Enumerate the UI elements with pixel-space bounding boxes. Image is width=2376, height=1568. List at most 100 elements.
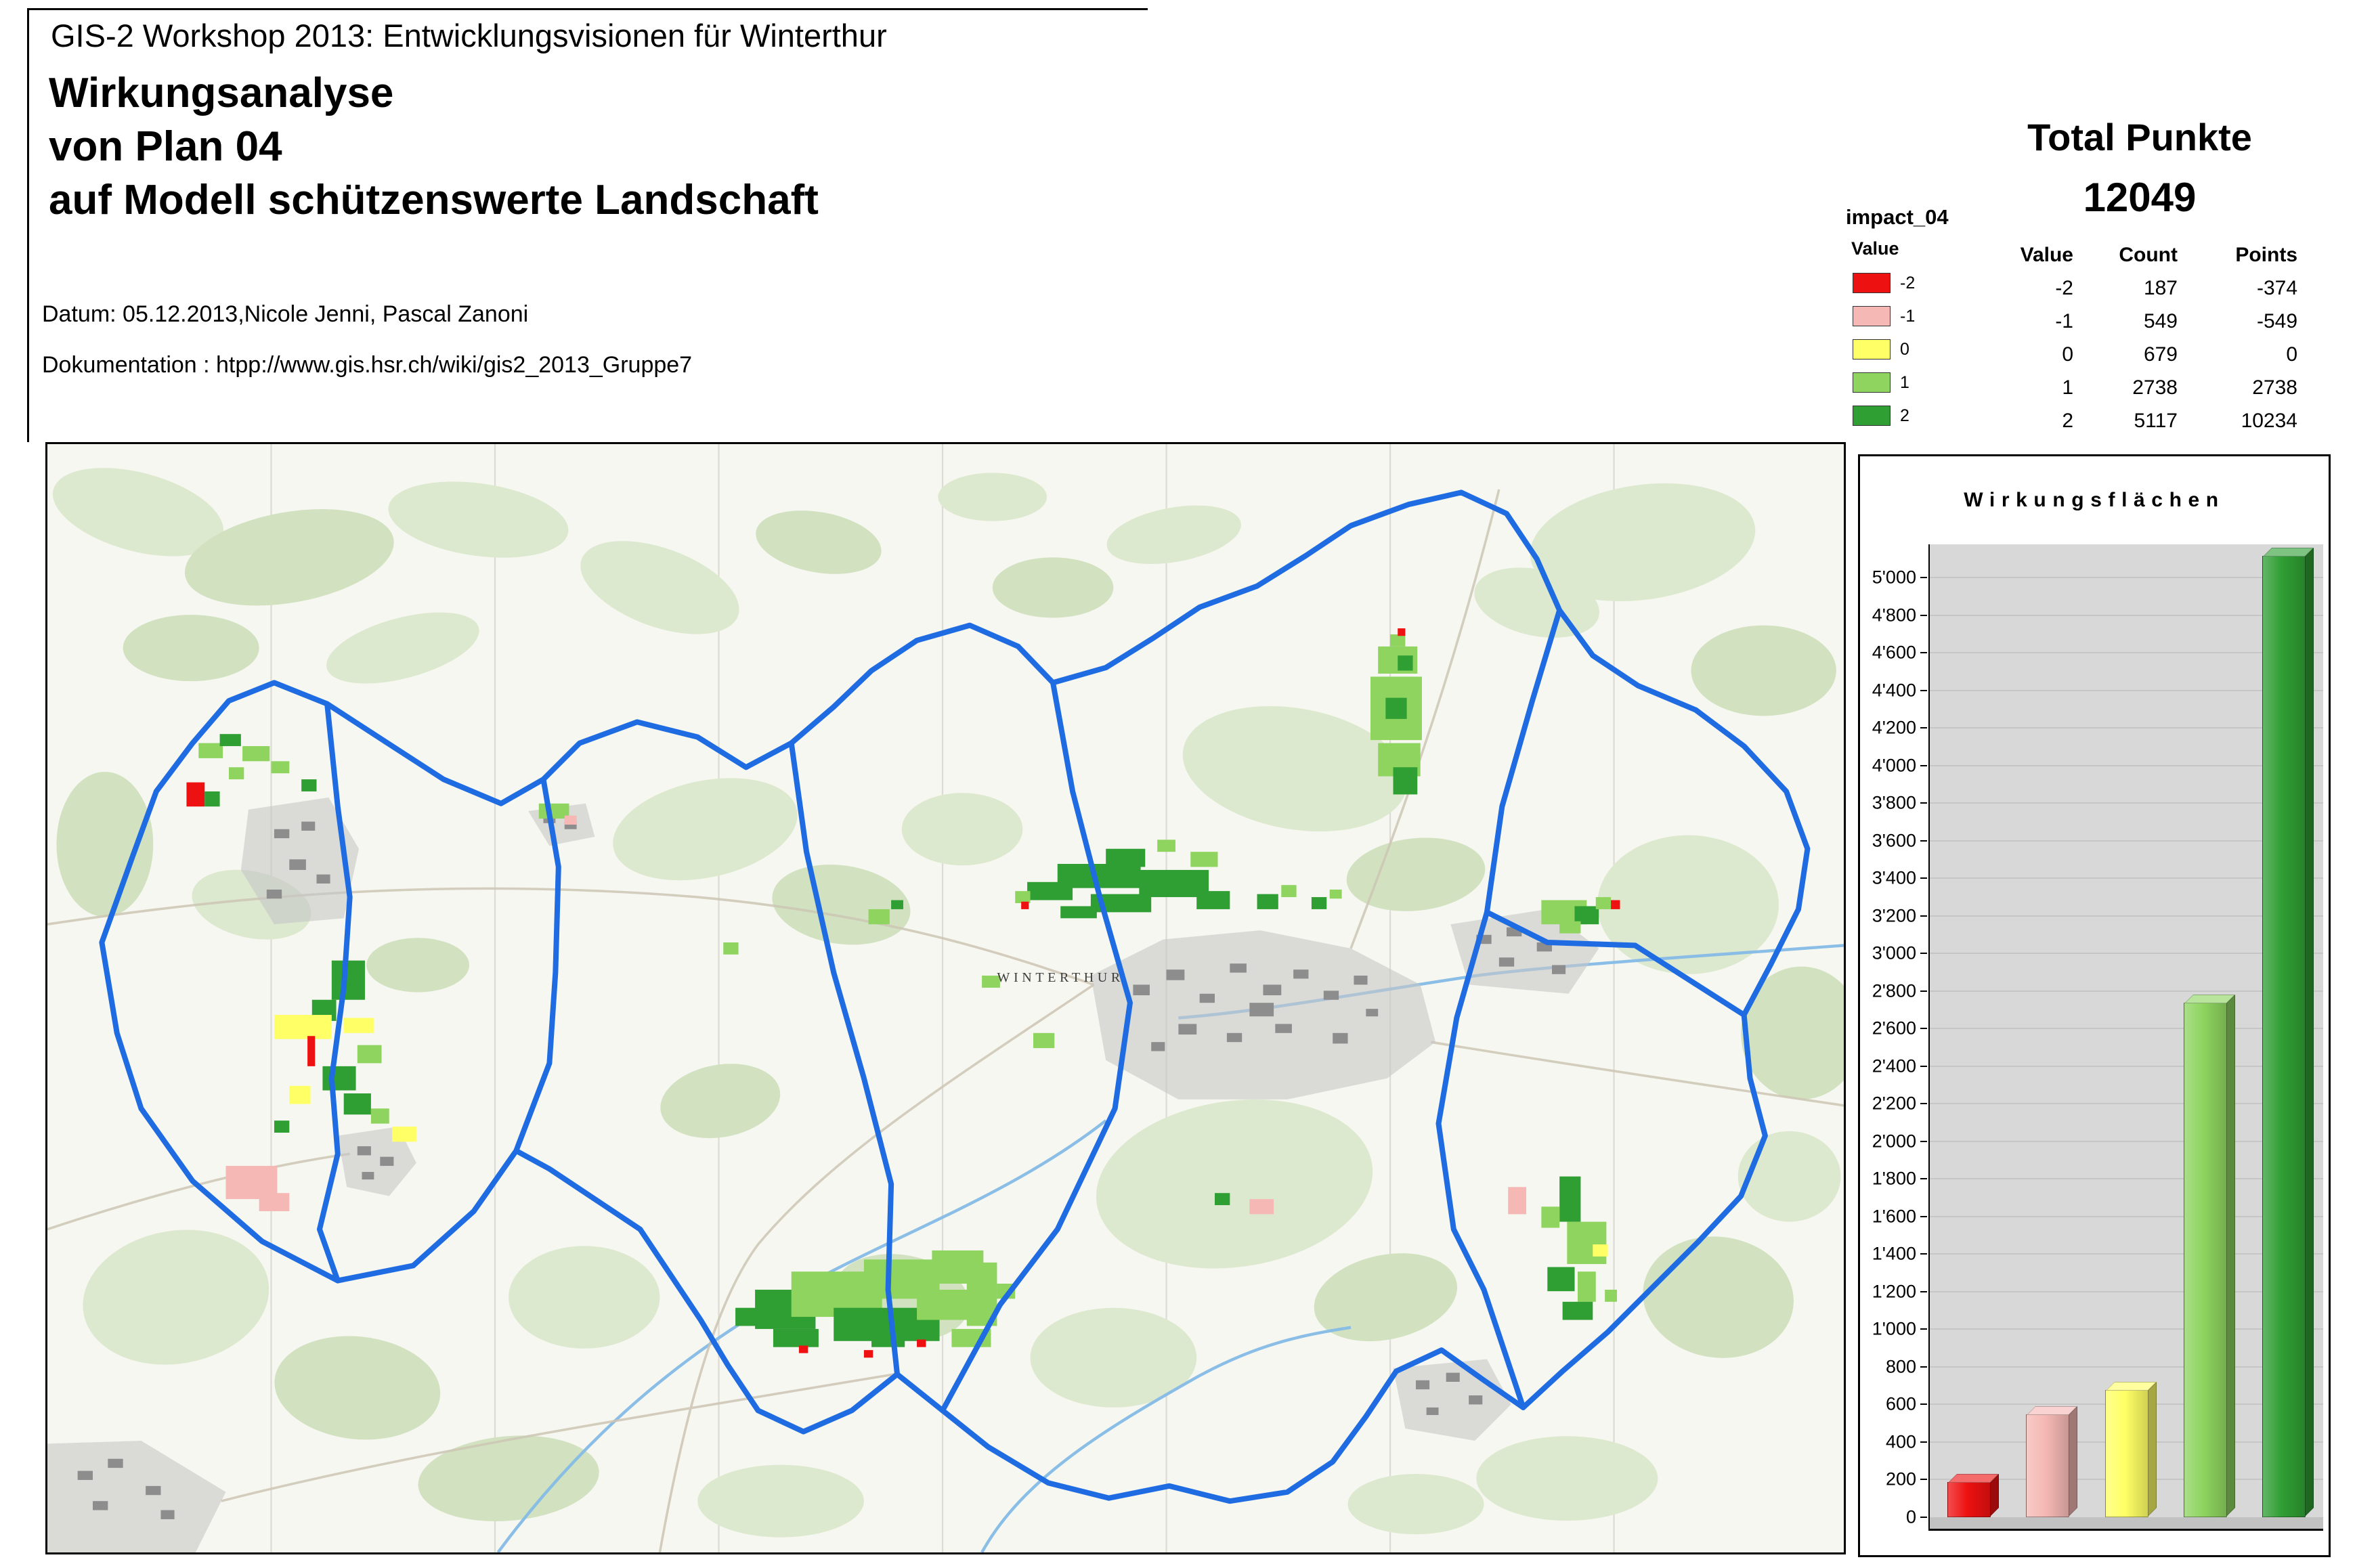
y-tick-mark xyxy=(1920,802,1927,804)
table-cell: -2 xyxy=(1964,271,2073,305)
y-tick-label: 2'800 xyxy=(1872,980,1916,1001)
legend-swatch-minus1 xyxy=(1853,306,1891,326)
legend-item: -2 xyxy=(1853,273,1915,293)
chart-frame: Wirkungsflächen 02004006008001'0001'2001… xyxy=(1858,454,2331,1557)
legend-label: 0 xyxy=(1900,340,1909,360)
table-cell: -374 xyxy=(2178,271,2297,305)
y-tick-mark xyxy=(1920,765,1927,766)
table-cell: -1 xyxy=(1964,305,2073,338)
legend: -2 -1 0 1 2 xyxy=(1853,273,1915,439)
y-tick-mark xyxy=(1920,690,1927,691)
y-tick-label: 2'400 xyxy=(1872,1055,1916,1076)
map-layout-page: GIS-2 Workshop 2013: Entwicklungsvisione… xyxy=(0,0,2376,1568)
y-tick-label: 400 xyxy=(1886,1431,1916,1452)
y-tick-mark xyxy=(1920,1479,1927,1480)
documentation-line: Dokumentation : htpp://www.gis.hsr.ch/wi… xyxy=(42,352,692,378)
chart-bar-side-face xyxy=(2305,548,2314,1517)
chart-bar-value-2 xyxy=(2262,556,2306,1517)
y-tick-label: 800 xyxy=(1886,1356,1916,1377)
chart-bar-side-face xyxy=(1990,1474,1999,1517)
y-tick-label: 4'200 xyxy=(1872,718,1916,739)
chart-bar-value-1 xyxy=(2184,1003,2227,1517)
legend-item: 0 xyxy=(1853,339,1915,360)
col-header-value: Value xyxy=(1964,238,2073,271)
y-tick-mark xyxy=(1920,1253,1927,1255)
y-tick-mark xyxy=(1920,840,1927,842)
col-header-points: Points xyxy=(2178,238,2297,271)
y-tick-mark xyxy=(1920,915,1927,917)
total-points-value: 12049 xyxy=(1957,167,2323,229)
y-tick-label: 4'800 xyxy=(1872,605,1916,626)
y-tick-label: 4'600 xyxy=(1872,643,1916,663)
chart-bar-value--2 xyxy=(1947,1482,1991,1517)
y-tick-mark xyxy=(1920,1216,1927,1217)
y-tick-mark xyxy=(1920,615,1927,616)
y-tick-label: 3'400 xyxy=(1872,868,1916,889)
table-cell: 2738 xyxy=(2073,371,2178,404)
total-points-label: Total Punkte xyxy=(1957,108,2323,167)
map-frame: WINTERTHUR xyxy=(45,442,1846,1554)
y-tick-label: 4'400 xyxy=(1872,680,1916,701)
neatline-top xyxy=(27,8,1148,10)
legend-label: 1 xyxy=(1900,373,1909,393)
y-tick-label: 4'000 xyxy=(1872,755,1916,776)
chart-bar-value-0 xyxy=(2105,1390,2148,1517)
chart-y-axis: 02004006008001'0001'2001'4001'6001'8002'… xyxy=(1860,544,1927,1517)
legend-item: -1 xyxy=(1853,306,1915,326)
y-tick-mark xyxy=(1920,1028,1927,1029)
y-tick-label: 2'200 xyxy=(1872,1093,1916,1114)
y-tick-mark xyxy=(1920,1517,1927,1518)
y-tick-mark xyxy=(1920,727,1927,728)
table-cell: 5117 xyxy=(2073,404,2178,437)
table-cell: 2738 xyxy=(2178,371,2297,404)
y-tick-mark xyxy=(1920,1403,1927,1405)
date-authors-line: Datum: 05.12.2013,Nicole Jenni, Pascal Z… xyxy=(42,301,528,328)
points-table: Value Count Points -2 187 -374 -1 549 -5… xyxy=(1964,238,2297,437)
y-tick-label: 3'200 xyxy=(1872,905,1916,926)
y-tick-label: 3'800 xyxy=(1872,793,1916,814)
legend-swatch-plus2 xyxy=(1853,406,1891,426)
y-tick-label: 1'800 xyxy=(1872,1169,1916,1190)
y-tick-mark xyxy=(1920,652,1927,653)
title-line-2: von Plan 04 xyxy=(49,120,819,173)
y-tick-label: 200 xyxy=(1886,1469,1916,1490)
legend-swatch-plus1 xyxy=(1853,372,1891,393)
neatline-left xyxy=(27,8,29,442)
y-tick-label: 2'600 xyxy=(1872,1018,1916,1039)
legend-item: 1 xyxy=(1853,372,1915,393)
workshop-subtitle: GIS-2 Workshop 2013: Entwicklungsvisione… xyxy=(51,17,887,54)
table-cell: 549 xyxy=(2073,305,2178,338)
y-tick-label: 1'200 xyxy=(1872,1281,1916,1302)
title-line-1: Wirkungsanalyse xyxy=(49,66,819,120)
y-tick-mark xyxy=(1920,1141,1927,1142)
y-tick-label: 1'400 xyxy=(1872,1244,1916,1265)
y-tick-mark xyxy=(1920,1178,1927,1179)
legend-item: 2 xyxy=(1853,406,1915,426)
title-line-3: auf Modell schützenswerte Landschaft xyxy=(49,173,819,227)
legend-swatch-zero xyxy=(1853,339,1891,360)
table-cell: 1 xyxy=(1964,371,2073,404)
y-tick-label: 5'000 xyxy=(1872,567,1916,588)
page-title: Wirkungsanalyse von Plan 04 auf Modell s… xyxy=(49,66,819,227)
y-tick-label: 3'000 xyxy=(1872,943,1916,964)
legend-layer-name: impact_04 xyxy=(1846,205,1949,230)
table-cell: 187 xyxy=(2073,271,2178,305)
total-points-block: Total Punkte 12049 xyxy=(1957,108,2323,229)
y-tick-mark xyxy=(1920,1441,1927,1443)
map-city-label: WINTERTHUR xyxy=(997,970,1123,985)
topographic-map: WINTERTHUR xyxy=(47,444,1844,1552)
legend-swatch-minus2 xyxy=(1853,273,1891,293)
y-tick-mark xyxy=(1920,1366,1927,1368)
y-tick-mark xyxy=(1920,577,1927,578)
y-tick-mark xyxy=(1920,990,1927,992)
chart-bar-side-face xyxy=(2069,1406,2077,1517)
legend-label: 2 xyxy=(1900,406,1909,426)
y-tick-mark xyxy=(1920,953,1927,954)
legend-label: -1 xyxy=(1900,307,1915,326)
chart-bar-side-face xyxy=(2148,1382,2157,1517)
y-tick-label: 3'600 xyxy=(1872,830,1916,851)
legend-label: -2 xyxy=(1900,274,1915,293)
chart-floor xyxy=(1928,1517,2323,1531)
chart-bar-value--1 xyxy=(2026,1414,2069,1517)
table-cell: -549 xyxy=(2178,305,2297,338)
